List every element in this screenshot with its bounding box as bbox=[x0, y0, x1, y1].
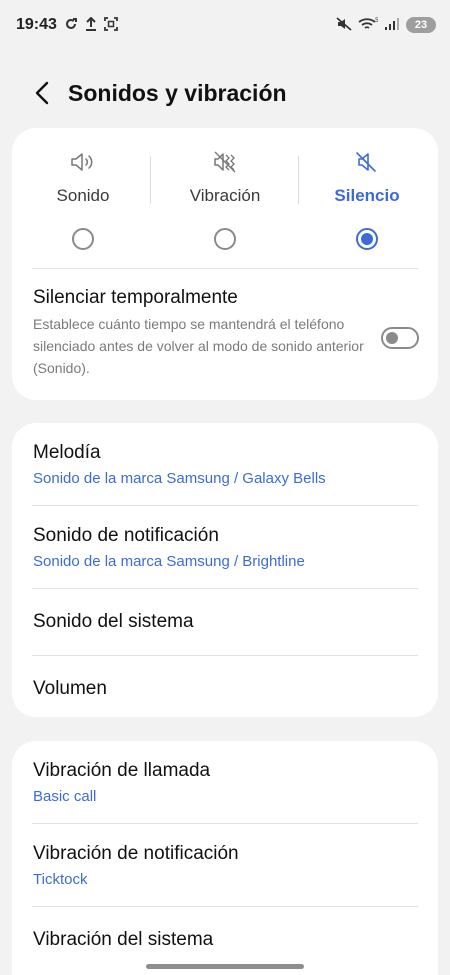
mute-status-icon bbox=[336, 16, 352, 34]
status-time: 19:43 bbox=[16, 16, 57, 33]
upload-icon bbox=[85, 16, 97, 34]
sync-icon bbox=[64, 17, 78, 34]
svg-text:5: 5 bbox=[375, 17, 378, 24]
status-right: 5 23 bbox=[336, 17, 436, 34]
temporary-mute-setting[interactable]: Silenciar temporalmente Establece cuánto… bbox=[12, 269, 438, 379]
mode-sound-label: Sonido bbox=[56, 186, 110, 205]
mode-separator bbox=[298, 156, 299, 204]
call-vibration-item[interactable]: Vibración de llamada Basic call bbox=[12, 741, 438, 823]
notification-sound-title: Sonido de notificación bbox=[33, 524, 219, 546]
ringtone-item[interactable]: Melodía Sonido de la marca Samsung / Gal… bbox=[12, 423, 438, 505]
battery-indicator: 23 bbox=[406, 17, 436, 33]
system-sound-title: Sonido del sistema bbox=[33, 611, 194, 632]
speaker-icon bbox=[70, 150, 96, 174]
ringtone-title: Melodía bbox=[33, 441, 101, 463]
system-vibration-title: Vibración del sistema bbox=[33, 929, 214, 950]
back-arrow-icon bbox=[35, 81, 49, 105]
battery-level: 23 bbox=[414, 19, 428, 31]
temporary-mute-text: Silenciar temporalmente Establece cuánto… bbox=[33, 287, 373, 379]
temporary-mute-description: Establece cuánto tiempo se mantendrá el … bbox=[33, 316, 364, 376]
volume-title: Volumen bbox=[33, 678, 107, 699]
sound-mode-selector: Sonido Vibración Silencio bbox=[12, 128, 438, 268]
notification-vibration-value: Ticktock bbox=[33, 870, 88, 888]
temporary-mute-toggle[interactable] bbox=[381, 327, 419, 349]
mode-sound-radio[interactable] bbox=[72, 228, 94, 250]
mode-sound[interactable]: Sonido bbox=[12, 128, 154, 268]
header: Sonidos y vibración bbox=[0, 70, 450, 116]
mode-silent-radio[interactable] bbox=[356, 228, 378, 250]
volume-item[interactable]: Volumen bbox=[12, 656, 438, 717]
screenshot-icon bbox=[104, 16, 118, 34]
call-vibration-value: Basic call bbox=[33, 787, 97, 805]
status-left: 19:43 bbox=[16, 16, 118, 34]
system-sound-item[interactable]: Sonido del sistema bbox=[12, 589, 438, 655]
sound-mode-card: Sonido Vibración Silencio Silenciar temp… bbox=[12, 128, 438, 400]
wifi-icon: 5 bbox=[358, 17, 379, 34]
temporary-mute-title: Silenciar temporalmente bbox=[33, 287, 238, 308]
status-bar: 19:43 5 23 bbox=[0, 0, 450, 50]
ringtone-value: Sonido de la marca Samsung / Galaxy Bell… bbox=[33, 469, 326, 487]
gesture-nav-handle[interactable] bbox=[146, 964, 304, 969]
notification-sound-item[interactable]: Sonido de notificación Sonido de la marc… bbox=[12, 506, 438, 588]
notification-vibration-item[interactable]: Vibración de notificación Ticktock bbox=[12, 824, 438, 906]
mute-icon bbox=[355, 150, 379, 174]
call-vibration-title: Vibración de llamada bbox=[33, 759, 211, 781]
radio-dot bbox=[361, 233, 373, 245]
signal-icon bbox=[384, 17, 400, 34]
toggle-knob bbox=[386, 332, 398, 344]
mode-separator bbox=[150, 156, 151, 204]
mode-vibrate-radio[interactable] bbox=[214, 228, 236, 250]
notification-vibration-title: Vibración de notificación bbox=[33, 842, 239, 864]
mode-vibrate-label: Vibración bbox=[189, 186, 261, 205]
vibration-card: Vibración de llamada Basic call Vibració… bbox=[12, 741, 438, 975]
mode-vibrate[interactable]: Vibración bbox=[154, 128, 296, 268]
notification-sound-value: Sonido de la marca Samsung / Brightline bbox=[33, 552, 305, 570]
page-title: Sonidos y vibración bbox=[68, 79, 287, 106]
sounds-card: Melodía Sonido de la marca Samsung / Gal… bbox=[12, 423, 438, 717]
mode-silent[interactable]: Silencio bbox=[296, 128, 438, 268]
mode-silent-label: Silencio bbox=[334, 186, 400, 205]
vibrate-icon bbox=[213, 150, 237, 174]
back-button[interactable] bbox=[22, 73, 62, 113]
